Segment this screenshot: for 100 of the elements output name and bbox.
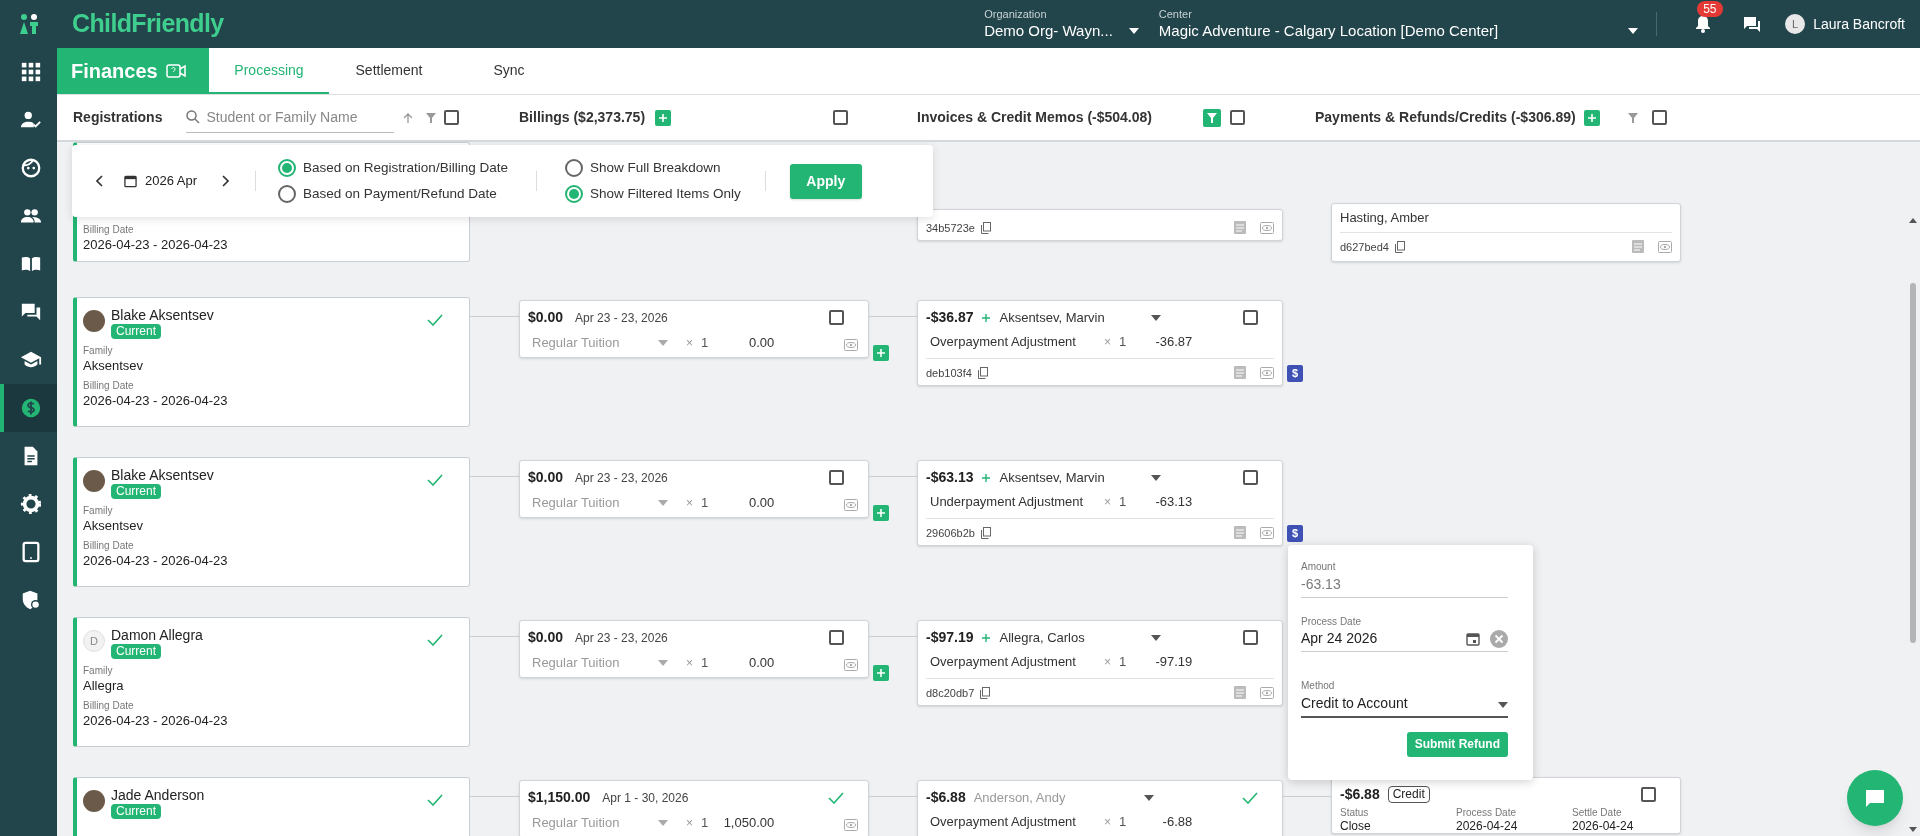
sidebar-item[interactable] bbox=[0, 384, 57, 432]
invoice-card[interactable]: 34b5723e bbox=[917, 208, 1283, 241]
plus-icon bbox=[876, 508, 886, 518]
radio-option[interactable]: Show Filtered Items Only bbox=[564, 184, 741, 205]
amount-field[interactable]: Amount -63.13 bbox=[1301, 561, 1508, 598]
registration-card[interactable]: D Damon Allegra Current Family Allegra Billing Date 2026-04-23 - 2026-04-23 bbox=[73, 617, 470, 747]
field-value: Apr 24 2026 bbox=[1301, 629, 1378, 648]
field-value: 2026-04-24 bbox=[1572, 819, 1635, 833]
payer-select[interactable]: Aksentsev, Marvin bbox=[981, 467, 1162, 488]
checkbox[interactable] bbox=[1651, 110, 1667, 125]
photo-placeholder bbox=[83, 470, 105, 492]
caret-icon bbox=[658, 339, 668, 346]
invoice-card[interactable]: -$36.87 Aksentsev, Marvin Overpayment Adjustment × 1 -36.87 deb103f4 bbox=[917, 300, 1283, 386]
payment-card[interactable]: -$6.88 Credit Status Close Process Date 2026-04-24 Settle Date 2026-04-24 bbox=[1331, 777, 1681, 834]
field-label: Billing Date bbox=[83, 379, 135, 392]
notification-count: 55 bbox=[1697, 1, 1723, 17]
chat-icon bbox=[1743, 16, 1762, 32]
search-icon bbox=[186, 110, 201, 124]
invoice-card[interactable]: -$97.19 Allegra, Carlos Overpayment Adjustment × 1 -97.19 d8c20db7 bbox=[917, 620, 1283, 706]
billing-card[interactable]: $0.00 Apr 23 - 23, 2026 Regular Tuition × 1 0.00 bbox=[519, 460, 869, 518]
payment-card[interactable]: Hasting, Amber d627bed4 bbox=[1331, 203, 1681, 262]
tab[interactable]: Sync bbox=[449, 48, 569, 94]
chat-icon bbox=[19, 301, 42, 323]
amount: $1,150.00 bbox=[528, 788, 591, 807]
filter-button[interactable] bbox=[1203, 108, 1221, 127]
item-name[interactable]: Overpayment Adjustment bbox=[930, 332, 1090, 352]
checkbox[interactable] bbox=[1230, 110, 1245, 125]
checkbox[interactable] bbox=[1243, 310, 1258, 325]
method-select[interactable]: Method Credit to Account bbox=[1301, 680, 1508, 718]
radio-button[interactable] bbox=[278, 158, 297, 177]
filter-icon bbox=[1626, 111, 1639, 124]
caret-icon bbox=[1143, 794, 1154, 801]
tab[interactable]: Settlement bbox=[329, 48, 449, 94]
checkbox[interactable] bbox=[1243, 470, 1258, 485]
invoice-card[interactable]: -$6.88 Anderson, Andy Overpayment Adjustment × 1 -6.88 bbox=[917, 780, 1283, 836]
caret-icon bbox=[1151, 634, 1162, 641]
checkbox[interactable] bbox=[1243, 630, 1258, 645]
copy-icon[interactable] bbox=[1394, 240, 1405, 253]
add-button[interactable] bbox=[1583, 109, 1600, 126]
radio-option[interactable]: Show Full Breakdown bbox=[564, 157, 741, 178]
copy-icon[interactable] bbox=[980, 686, 991, 699]
refund-button[interactable]: $ bbox=[1287, 365, 1303, 382]
checkbox[interactable] bbox=[444, 110, 460, 125]
checkbox[interactable] bbox=[1641, 787, 1656, 802]
user-menu[interactable]: L Laura Bancroft bbox=[1785, 13, 1905, 35]
copy-icon[interactable] bbox=[977, 366, 988, 379]
checkbox[interactable] bbox=[829, 630, 844, 645]
radio-button[interactable] bbox=[564, 185, 583, 204]
copy-icon[interactable] bbox=[980, 526, 991, 539]
chat-button[interactable] bbox=[1847, 770, 1903, 826]
checkbox[interactable] bbox=[833, 110, 848, 125]
multiply-sign: × bbox=[686, 334, 693, 352]
organization-selector[interactable]: Organization Demo Org- Wayn... bbox=[984, 7, 1139, 41]
field-value: Magic Adventure - Calgary Location [Demo Center] bbox=[1158, 21, 1499, 41]
face-icon bbox=[19, 157, 42, 179]
caret-icon bbox=[1628, 28, 1639, 35]
item-name[interactable]: Overpayment Adjustment bbox=[930, 812, 1090, 832]
date-field[interactable]: Process Date Apr 24 2026 bbox=[1301, 615, 1508, 652]
registration-card[interactable]: Blake Aksentsev Current Family Aksentsev Billing Date 2026-04-23 - 2026-04-23 bbox=[73, 297, 470, 427]
chevron-right-icon[interactable] bbox=[221, 175, 230, 187]
payer-select[interactable]: Aksentsev, Marvin bbox=[981, 307, 1162, 328]
calendar-icon[interactable] bbox=[1466, 632, 1480, 646]
billing-date: 2026-04-23 - 2026-04-23 bbox=[83, 552, 229, 569]
column-title: Payments & Refunds/Credits (-$306.89) bbox=[1315, 108, 1576, 127]
field-label: Family bbox=[83, 665, 114, 678]
messages-button[interactable] bbox=[1743, 16, 1762, 32]
search-field[interactable]: Student or Family Name bbox=[186, 102, 395, 133]
center-selector[interactable]: Center Magic Adventure - Calgary Location [Demo Center] bbox=[1158, 7, 1639, 41]
checkbox[interactable] bbox=[829, 470, 844, 485]
copy-icon[interactable] bbox=[980, 221, 991, 234]
sort-arrow-icon[interactable] bbox=[402, 111, 415, 124]
video-help-icon[interactable] bbox=[165, 63, 186, 79]
radio-button[interactable] bbox=[278, 185, 297, 204]
invoice-card[interactable]: -$63.13 Aksentsev, Marvin Underpayment Adjustment × 1 -63.13 29606b2b bbox=[917, 460, 1283, 546]
registration-card[interactable]: Jade Anderson Current bbox=[73, 777, 470, 836]
amount: -$6.88 bbox=[1340, 785, 1380, 804]
multiply-sign: × bbox=[686, 494, 693, 512]
status-tag: Current bbox=[111, 324, 161, 339]
payer-name: Anderson, Andy bbox=[973, 788, 1066, 807]
caret-icon bbox=[1151, 314, 1162, 321]
radio-option[interactable]: Based on Registration/Billing Date bbox=[278, 157, 508, 178]
refund-button[interactable]: $ bbox=[1287, 525, 1303, 542]
billing-card[interactable]: $0.00 Apr 23 - 23, 2026 Regular Tuition × 1 0.00 bbox=[519, 620, 869, 678]
payment-type-tag: Credit bbox=[1387, 786, 1430, 803]
filter-icon bbox=[1206, 111, 1218, 124]
item-name[interactable]: Underpayment Adjustment bbox=[930, 492, 1090, 512]
dollar-icon bbox=[19, 397, 42, 419]
billing-date: 2026-04-23 - 2026-04-23 bbox=[83, 236, 229, 253]
caret-icon bbox=[658, 819, 668, 826]
checkbox[interactable] bbox=[829, 310, 844, 325]
radio-button[interactable] bbox=[564, 158, 583, 177]
radio-option[interactable]: Based on Payment/Refund Date bbox=[278, 184, 508, 205]
line-total: -36.87 bbox=[1154, 333, 1193, 351]
item-name[interactable]: Overpayment Adjustment bbox=[930, 652, 1090, 672]
payer-select[interactable]: Allegra, Carlos bbox=[981, 627, 1162, 648]
billing-card[interactable]: $0.00 Apr 23 - 23, 2026 Regular Tuition × 1 0.00 bbox=[519, 300, 869, 358]
add-button[interactable] bbox=[655, 109, 672, 126]
chevron-left-icon[interactable] bbox=[96, 175, 104, 187]
calendar-icon[interactable] bbox=[124, 174, 137, 188]
registration-card[interactable]: Blake Aksentsev Current Family Aksentsev Billing Date 2026-04-23 - 2026-04-23 bbox=[73, 457, 470, 587]
